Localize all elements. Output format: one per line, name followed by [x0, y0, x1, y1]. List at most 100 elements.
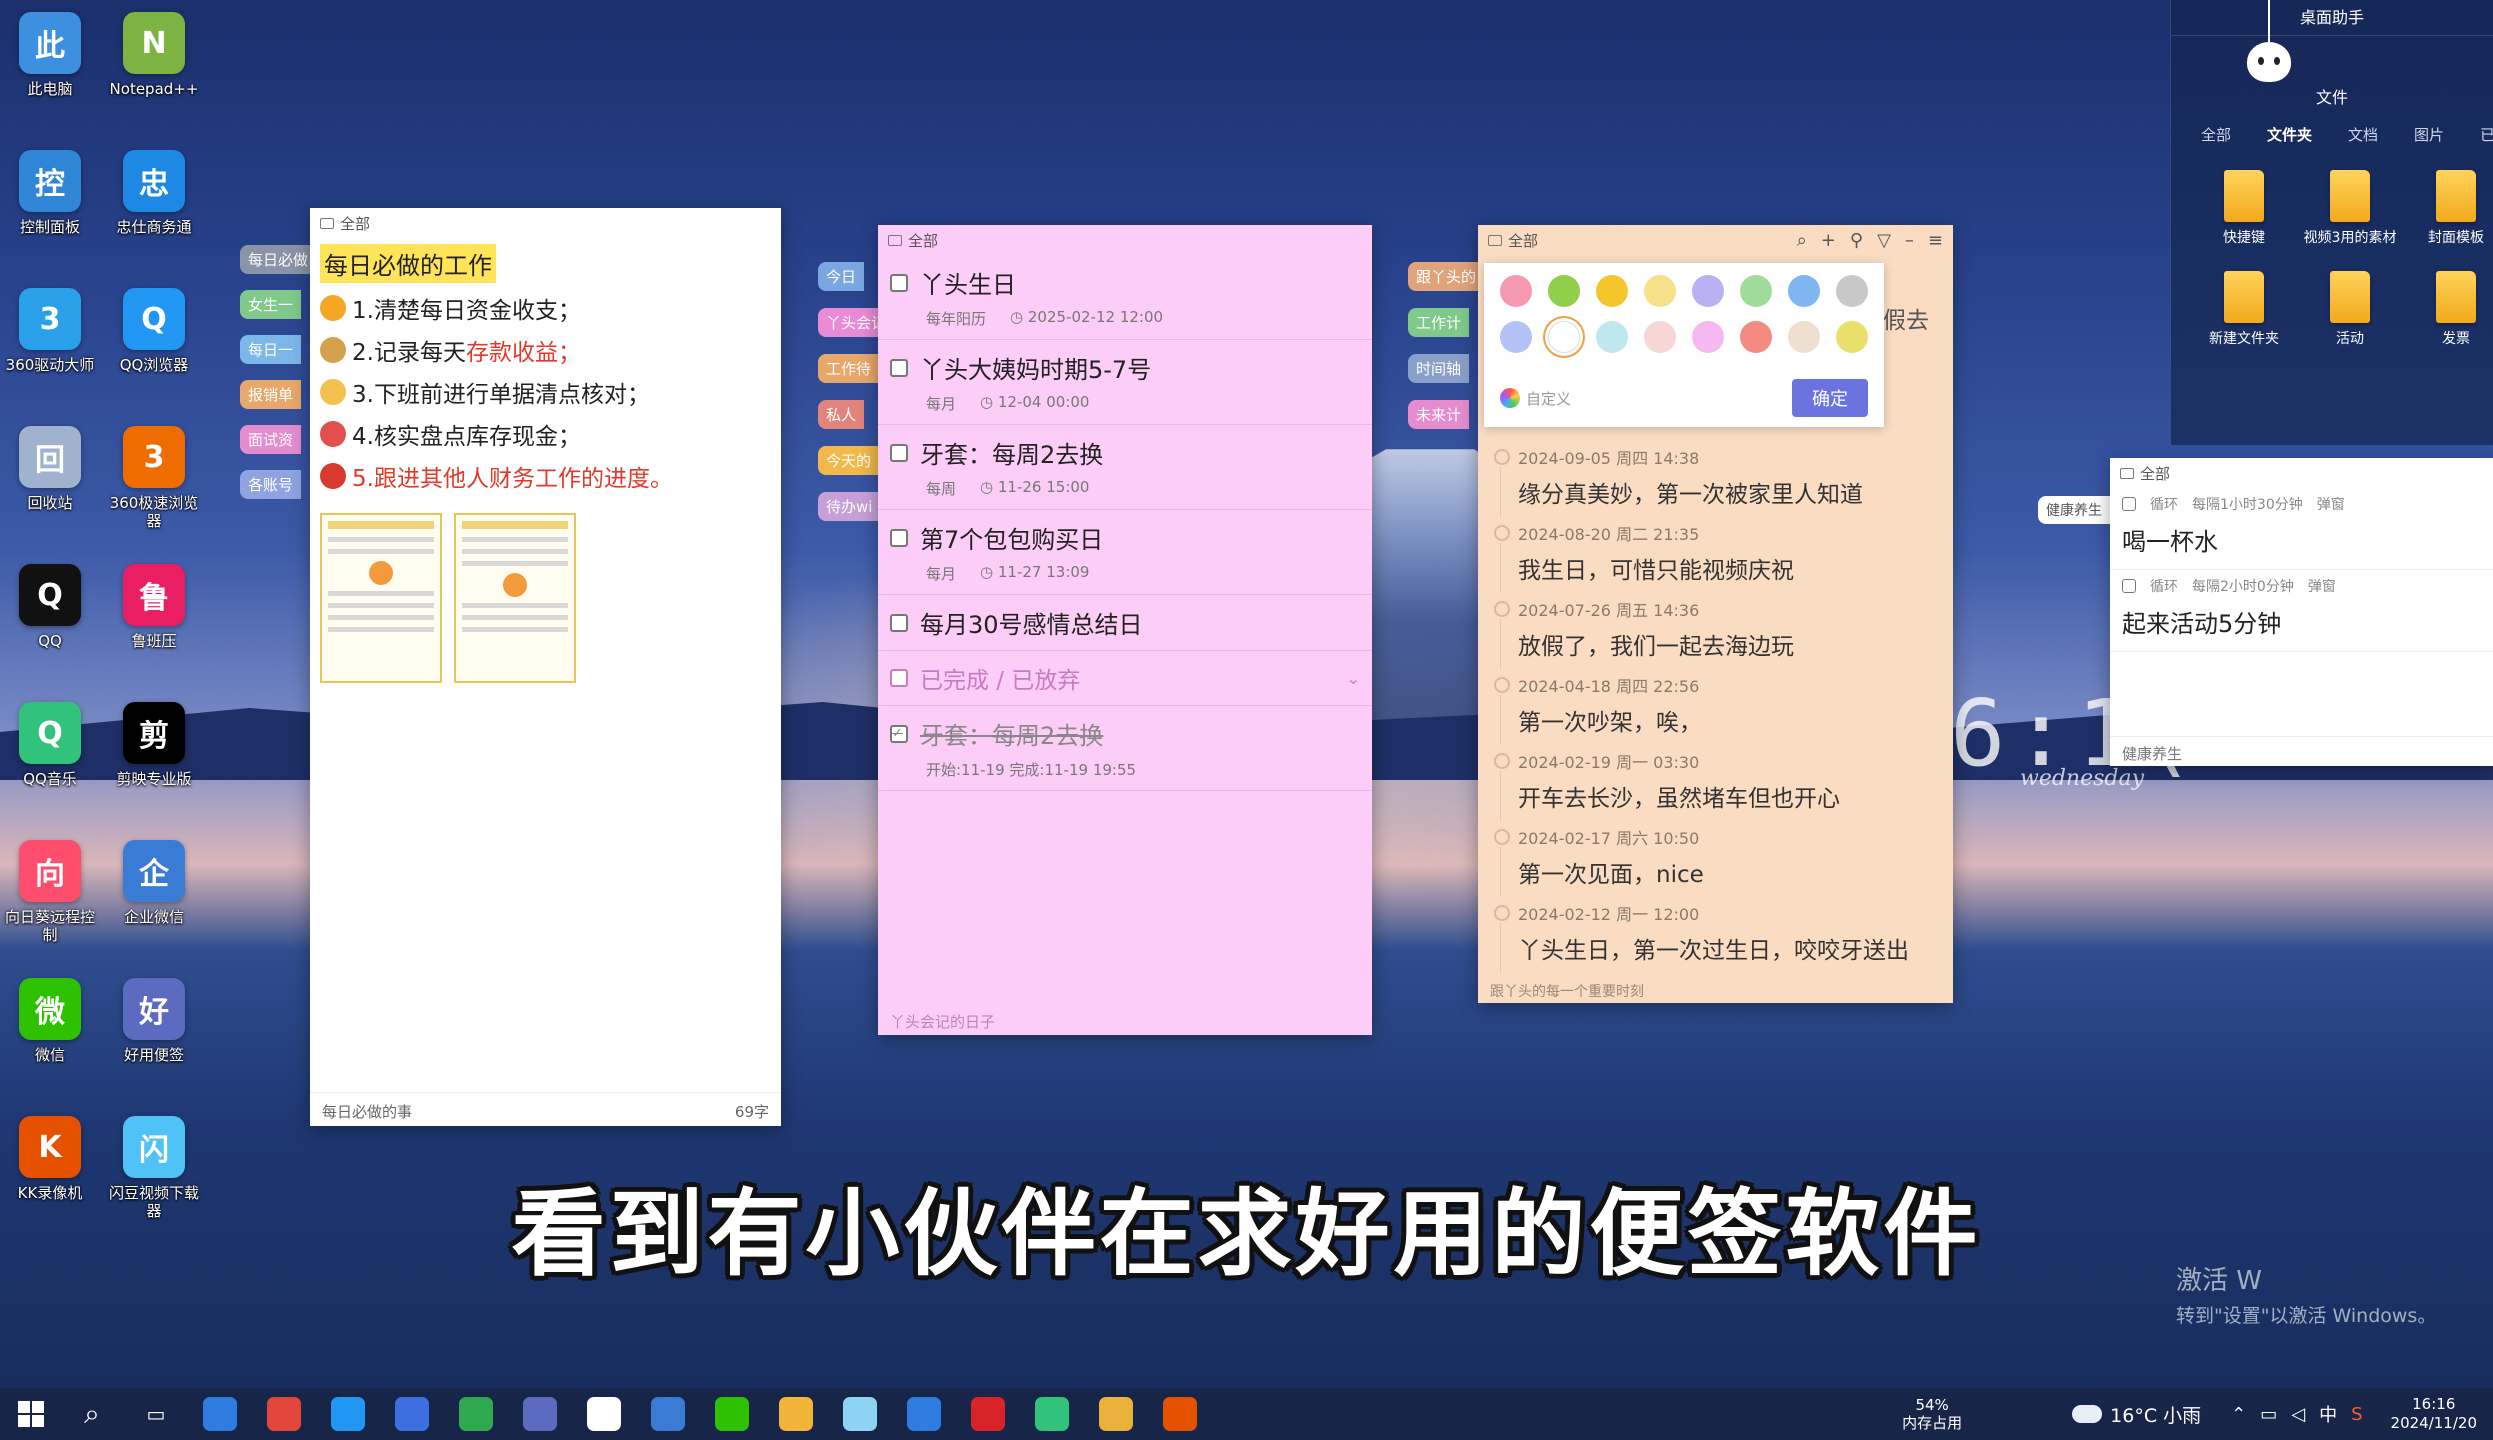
folder-item[interactable]: 快捷键	[2191, 170, 2297, 247]
desktop-shortcut[interactable]: 3 360极速浏览器	[104, 426, 204, 530]
timeline-entry[interactable]: 2024-02-12 周一 12:00 丫头生日，第一次过生日，咬咬牙送出	[1488, 901, 1937, 973]
wps-icon[interactable]	[971, 1397, 1005, 1431]
sogou-tray-icon[interactable]: S	[2351, 1404, 2362, 1425]
folder-item[interactable]: 新建文件夹	[2191, 271, 2297, 348]
note-side-tab[interactable]: 时间轴	[1408, 354, 1470, 383]
desktop-shortcut[interactable]: 微微信	[0, 978, 100, 1064]
color-swatch[interactable]	[1548, 321, 1580, 353]
note-side-tab[interactable]: 报销单	[240, 380, 302, 409]
color-swatch[interactable]	[1644, 321, 1676, 353]
note-side-tab[interactable]: 跟丫头的	[1408, 262, 1485, 291]
reminder-checkbox[interactable]	[2122, 579, 2136, 593]
color-swatch[interactable]	[1788, 275, 1820, 307]
note-side-tab[interactable]: 未来计	[1408, 400, 1470, 429]
desktop-shortcut[interactable]: 控控制面板	[0, 150, 100, 236]
assistant-tab[interactable]: 文档	[2348, 124, 2378, 145]
color-swatch[interactable]	[1692, 275, 1724, 307]
desktop-shortcut[interactable]: N Notepad++	[104, 12, 204, 98]
note-category[interactable]: 全部	[908, 230, 938, 251]
reminder-checkbox[interactable]	[2122, 497, 2136, 511]
notes-icon[interactable]	[843, 1397, 877, 1431]
todo-item[interactable]: 丫头大姨妈时期5-7号 每月 ◷ 12-04 00:00	[878, 340, 1372, 425]
desktop-shortcut[interactable]: 忠忠仕商务通	[104, 150, 204, 236]
todo-checkbox[interactable]	[890, 358, 908, 377]
note-todo-list[interactable]: 全部 丫头生日 每年阳历 ◷ 2025-02-12 12:00 丫头大姨妈时期5-7号…	[878, 225, 1372, 1035]
color-swatch[interactable]	[1548, 275, 1580, 307]
attachment-thumbnail[interactable]	[454, 513, 576, 683]
note-side-tab[interactable]: 今日	[818, 262, 865, 291]
wechat-icon[interactable]	[715, 1397, 749, 1431]
color-swatch[interactable]	[1596, 275, 1628, 307]
ie-green-icon[interactable]	[459, 1397, 493, 1431]
task-view-icon[interactable]: ▭	[139, 1397, 173, 1431]
desktop-shortcut[interactable]: 此此电脑	[0, 12, 100, 98]
reminder-item[interactable]: 循环 每隔1小时30分钟 弹窗 喝一杯水	[2110, 488, 2493, 570]
color-swatch[interactable]	[1644, 275, 1676, 307]
qq-browser-icon[interactable]	[331, 1397, 365, 1431]
desktop-shortcut[interactable]: Q QQ	[0, 564, 100, 650]
kk-recorder-icon[interactable]	[1163, 1397, 1197, 1431]
wecom-icon[interactable]	[651, 1397, 685, 1431]
sticky-note-icon[interactable]	[523, 1397, 557, 1431]
folder-item[interactable]: 封面模板	[2403, 170, 2493, 247]
sogou-icon[interactable]	[395, 1397, 429, 1431]
desktop-shortcut[interactable]: 回回收站	[0, 426, 100, 512]
desktop-shortcut[interactable]: Q QQ音乐	[0, 702, 100, 788]
assistant-tab[interactable]: 已	[2480, 124, 2493, 145]
color-swatch[interactable]	[1836, 321, 1868, 353]
app-blue-icon[interactable]	[907, 1397, 941, 1431]
custom-color-button[interactable]: 自定义	[1500, 388, 1571, 409]
timeline-entry[interactable]: 2024-07-26 周五 14:36 放假了，我们一起去海边玩	[1488, 597, 1937, 669]
shirt-icon[interactable]: ▽	[1877, 230, 1891, 251]
desktop-shortcut[interactable]: 3 360驱动大师	[0, 288, 100, 374]
timeline-entry[interactable]: 2024-09-05 周四 14:38 缘分真美妙，第一次被家里人知道	[1488, 445, 1937, 517]
note-category[interactable]: 全部	[1508, 230, 1538, 251]
timeline-entry[interactable]: 2024-08-20 周二 21:35 我生日，可惜只能视频庆祝	[1488, 521, 1937, 593]
note-timeline[interactable]: 全部 ⌕ + ⚲ ▽ – ≡ 假去 2024-09-05 周四 14:38 缘分真…	[1478, 225, 1953, 1003]
timeline-entry[interactable]: 2024-02-19 周一 03:30 开车去长沙，虽然堵车但也开心	[1488, 749, 1937, 821]
note-category[interactable]: 全部	[2140, 463, 2170, 484]
todo-checkbox[interactable]	[890, 273, 908, 292]
note-body[interactable]: 每日必做的工作 1.清楚每日资金收支； 2.记录每天存款收益； 3.下班前进行单据清…	[310, 238, 781, 689]
done-todo-item[interactable]: ✓ 牙套：每周2去换 开始:11-19 完成:11-19 19:55	[878, 706, 1372, 791]
desktop-assistant-panel[interactable]: 桌面助手 文件 全部 文件夹 文档 图片 已 快捷键 视频3用的素材 封面模板 新建文件夹 活动…	[2170, 0, 2493, 445]
assistant-tab[interactable]: 图片	[2414, 124, 2444, 145]
color-swatch[interactable]	[1788, 321, 1820, 353]
color-swatch[interactable]	[1692, 321, 1724, 353]
todo-item[interactable]: 牙套：每周2去换 每周 ◷ 11-26 15:00	[878, 425, 1372, 510]
color-swatch[interactable]	[1740, 275, 1772, 307]
note-side-tab[interactable]: 工作计	[1408, 308, 1470, 337]
todo-checkbox-checked[interactable]: ✓	[890, 724, 908, 743]
weather-widget[interactable]: 16°C 小雨	[2072, 1401, 2201, 1428]
todo-item[interactable]: 每月30号感情总结日	[878, 595, 1372, 651]
minimize-icon[interactable]: –	[1905, 230, 1914, 251]
chevron-down-icon[interactable]: ⌄	[1347, 669, 1360, 688]
windows-start-icon[interactable]	[18, 1401, 44, 1427]
volume-icon[interactable]: ◁	[2291, 1404, 2305, 1425]
note-side-tab[interactable]: 私人	[818, 400, 865, 429]
note-side-tab[interactable]: 每日一	[240, 335, 302, 364]
explorer-icon[interactable]	[779, 1397, 813, 1431]
note-daily-work[interactable]: 全部 每日必做的工作 1.清楚每日资金收支； 2.记录每天存款收益； 3.下班前进行…	[310, 208, 781, 1126]
color-swatch[interactable]	[1500, 321, 1532, 353]
chevron-up-icon[interactable]: ⌃	[2231, 1404, 2246, 1425]
desktop-shortcut[interactable]: 剪剪映专业版	[104, 702, 204, 788]
color-swatch[interactable]	[1836, 275, 1868, 307]
cat-mascot-icon[interactable]	[2247, 42, 2291, 82]
desktop-shortcut[interactable]: 好好用便签	[104, 978, 204, 1064]
todo-checkbox[interactable]	[890, 613, 908, 632]
system-clock[interactable]: 16:16 2024/11/20	[2391, 1395, 2477, 1433]
desktop-shortcut[interactable]: 企企业微信	[104, 840, 204, 926]
ime-indicator[interactable]: 中	[2319, 1401, 2337, 1427]
folder-item[interactable]: 活动	[2297, 271, 2403, 348]
app-yellow-icon[interactable]	[1099, 1397, 1133, 1431]
folder-item[interactable]: 发票	[2403, 271, 2493, 348]
pin-icon[interactable]: ⚲	[1850, 230, 1863, 251]
note4-side-tab[interactable]: 健康养生	[2038, 496, 2110, 524]
chrome-icon[interactable]	[267, 1397, 301, 1431]
todo-checkbox[interactable]	[890, 528, 908, 547]
folder-item[interactable]: 视频3用的素材	[2297, 170, 2403, 247]
note-category[interactable]: 全部	[340, 213, 370, 234]
assistant-tab[interactable]: 文件夹	[2267, 124, 2312, 145]
assistant-tab[interactable]: 全部	[2201, 124, 2231, 145]
